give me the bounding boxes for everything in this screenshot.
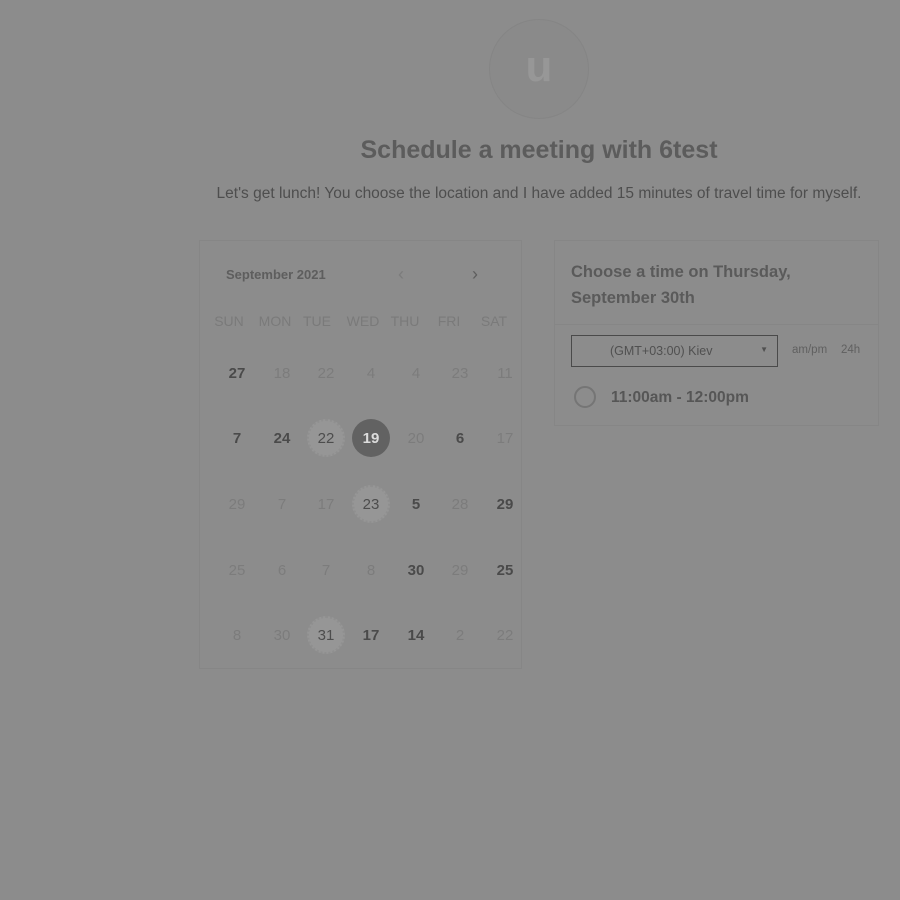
calendar-day: 2 — [455, 626, 465, 644]
calendar-day: 29 — [228, 495, 246, 513]
calendar-day: 22 — [317, 364, 335, 382]
host-avatar: u — [489, 19, 589, 119]
calendar: September 2021 ‹ › SUN MON TUE WED THU FRI SAT… — [199, 240, 522, 669]
format-24h-toggle[interactable]: 24h — [841, 344, 860, 356]
calendar-day[interactable]: 30 — [397, 551, 435, 589]
timezone-value: (GMT+03:00) Kiev — [610, 344, 713, 358]
calendar-day[interactable]: 7 — [218, 419, 256, 457]
calendar-day[interactable]: 24 — [263, 419, 301, 457]
calendar-day[interactable]: 14 — [397, 616, 435, 654]
calendar-day[interactable]: 31 — [307, 616, 345, 654]
calendar-day[interactable]: 5 — [397, 485, 435, 523]
divider — [555, 324, 878, 325]
calendar-day: 7 — [277, 495, 287, 513]
calendar-day: 25 — [228, 561, 246, 579]
calendar-day: 6 — [277, 561, 287, 579]
weekday-label: MON — [258, 313, 292, 329]
meeting-description: Let's get lunch! You choose the location… — [216, 185, 862, 202]
calendar-day: 18 — [273, 364, 291, 382]
avatar-initial: u — [525, 42, 553, 91]
page-title: Schedule a meeting with 6test — [360, 136, 718, 164]
calendar-day: 11 — [497, 364, 513, 382]
calendar-day: 23 — [451, 364, 469, 382]
calendar-day[interactable]: 29 — [486, 485, 524, 523]
time-slot[interactable]: 11:00am - 12:00pm — [574, 386, 874, 414]
calendar-day: 17 — [317, 495, 335, 513]
calendar-day: 8 — [366, 561, 376, 579]
calendar-day: 30 — [273, 626, 291, 644]
calendar-day[interactable]: 27 — [218, 354, 256, 392]
calendar-day[interactable]: 23 — [352, 485, 390, 523]
calendar-day: 4 — [366, 364, 376, 382]
calendar-day: 7 — [321, 561, 331, 579]
calendar-day: 28 — [451, 495, 469, 513]
chevron-left-icon[interactable]: ‹ — [398, 265, 404, 283]
timezone-select[interactable]: (GMT+03:00) Kiev ▼ — [571, 335, 778, 367]
chevron-right-icon[interactable]: › — [472, 265, 478, 283]
calendar-day[interactable]: 25 — [486, 551, 524, 589]
calendar-day: 29 — [451, 561, 469, 579]
weekday-label: THU — [390, 313, 420, 329]
radio-button[interactable] — [574, 386, 596, 408]
month-label: September 2021 — [226, 267, 326, 282]
calendar-day[interactable]: 17 — [352, 616, 390, 654]
weekday-label: FRI — [437, 313, 461, 329]
time-picker-panel: Choose a time on Thursday, September 30t… — [554, 240, 879, 426]
calendar-day[interactable]: 22 — [307, 419, 345, 457]
time-slot-label: 11:00am - 12:00pm — [611, 389, 749, 406]
calendar-day: 22 — [496, 626, 514, 644]
weekday-label: SAT — [480, 313, 508, 329]
format-ampm-toggle[interactable]: am/pm — [792, 344, 827, 356]
weekday-label: TUE — [303, 313, 331, 329]
calendar-day-selected[interactable]: 19 — [352, 419, 390, 457]
time-panel-heading: Choose a time on Thursday, September 30t… — [571, 263, 791, 307]
calendar-day: 17 — [496, 429, 514, 447]
caret-down-icon: ▼ — [760, 345, 768, 354]
calendar-day: 20 — [407, 429, 425, 447]
weekday-label: SUN — [214, 313, 244, 329]
calendar-day: 8 — [232, 626, 242, 644]
calendar-day: 4 — [411, 364, 421, 382]
calendar-day[interactable]: 6 — [441, 419, 479, 457]
weekday-label: WED — [346, 313, 380, 329]
